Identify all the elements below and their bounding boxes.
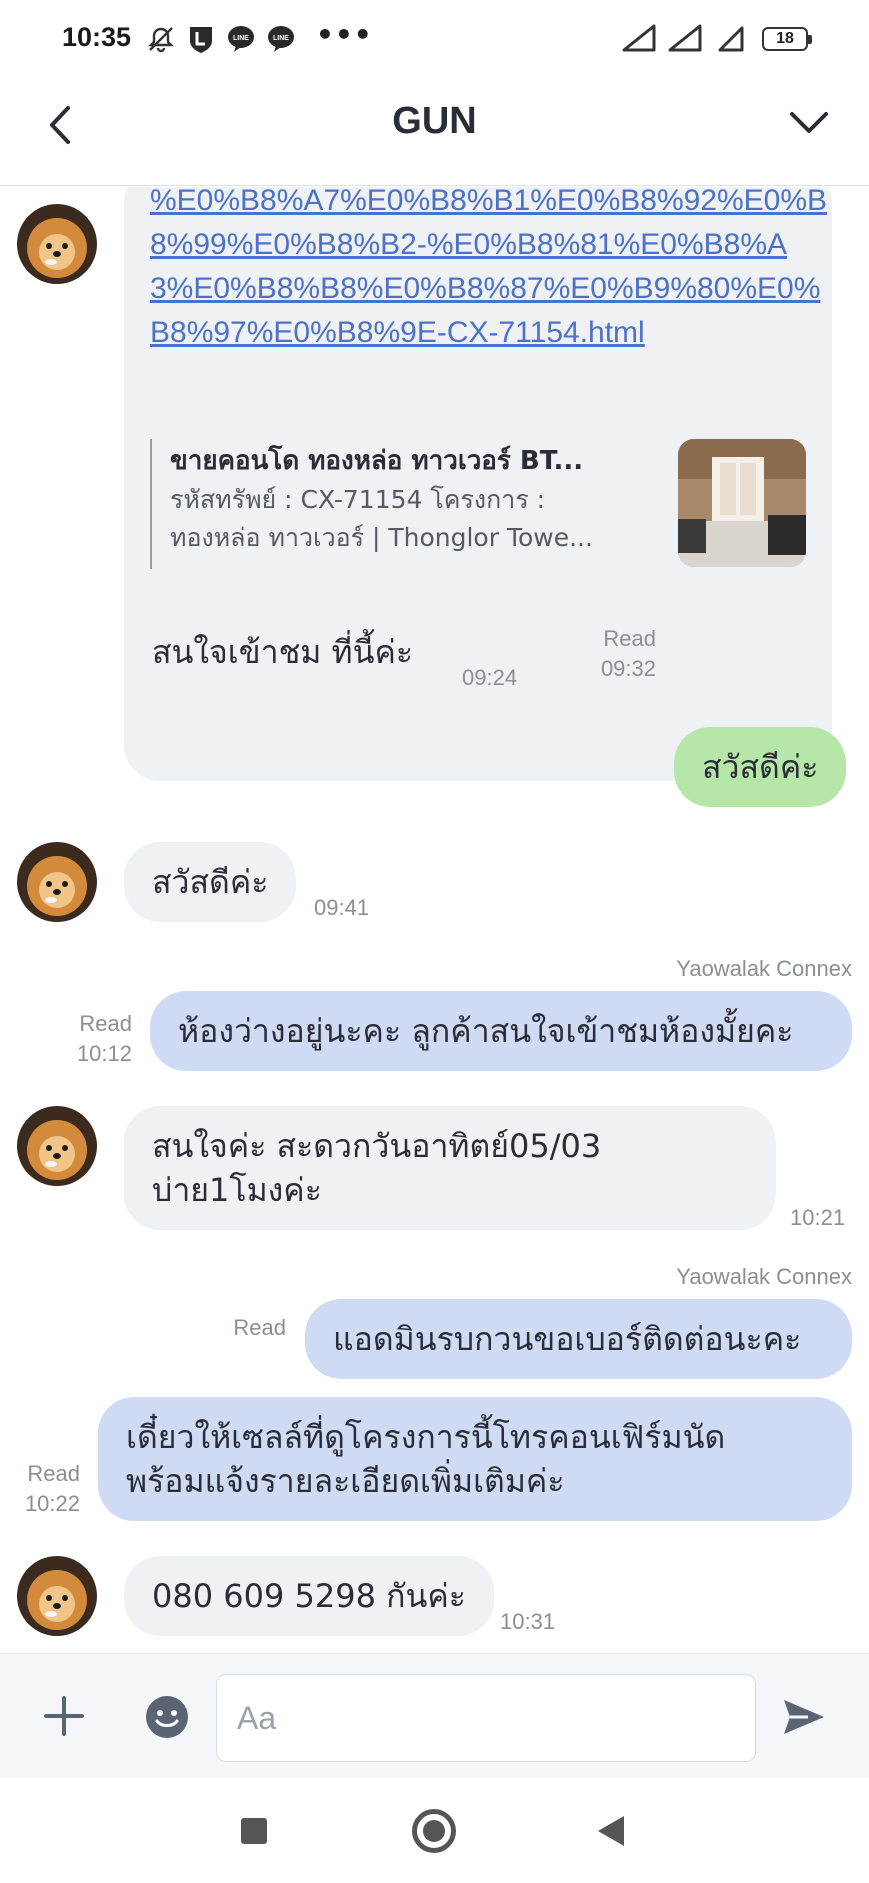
dog-avatar-icon [17,842,97,922]
contact-avatar[interactable] [17,1556,97,1636]
incoming-message[interactable]: สวัสดีค่ะ [124,842,297,922]
read-receipt: Read [27,1461,80,1486]
battery-indicator: 18 [762,27,812,51]
message-time: 10:31 [500,1609,556,1634]
dog-avatar-icon [17,1556,97,1636]
status-bar: 10:35 LINE LINE ••• 18 [0,0,869,80]
svg-text:LINE: LINE [233,35,249,42]
message-input[interactable]: Aa [216,1674,756,1762]
line-app-icon: LINE [228,26,254,52]
signal-icon [622,24,656,52]
link-preview[interactable]: ขายคอนโด ทองหล่อ ทาวเวอร์ BT... รหัสทรัพ… [150,439,650,569]
message-line: เดี๋ยวให้เซลล์ที่ดูโครงการนี้โทรคอนเฟิร์… [126,1418,726,1456]
chat-title: GUN [392,100,477,142]
contact-avatar[interactable] [17,842,97,922]
incoming-message[interactable]: 080 609 5298 กันค่ะ [124,1556,494,1636]
chat-header: GUN [0,80,869,186]
dog-avatar-icon [17,204,97,284]
more-notifications-icon: ••• [316,18,373,51]
status-time: 10:35 [62,22,132,52]
system-navigation-bar [0,1779,869,1883]
home-button[interactable] [412,1809,456,1853]
svg-text:LINE: LINE [273,35,289,42]
emoji-icon[interactable] [144,1694,190,1740]
read-receipt: Read [603,626,656,651]
preview-description: รหัสทรัพย์ : CX-71154 โครงการ : [170,485,546,514]
contact-avatar[interactable] [17,1106,97,1186]
outgoing-message[interactable]: สวัสดีค่ะ [674,727,847,807]
wifi-icon [718,26,744,52]
message-time: 09:24 [462,665,518,690]
read-receipt: Read [233,1315,286,1340]
message-time: 10:21 [790,1205,846,1230]
send-icon[interactable] [780,1694,828,1740]
recents-button[interactable] [241,1818,267,1844]
chat-area[interactable]: %E0%B8%A7%E0%B8%B1%E0%B8%92%E0%B8%99%E0%… [0,187,869,1653]
message-time: 09:41 [314,895,370,920]
incoming-message[interactable]: สนใจเข้าชม ที่นี้ค่ะ [124,612,442,692]
preview-description: ทองหล่อ ทาวเวอร์ | Thonglor Towe... [170,523,593,552]
message-time: 10:22 [24,1491,80,1516]
message-line: สนใจค่ะ สะดวกวันอาทิตย์05/03 [152,1127,602,1165]
nav-back-button[interactable] [598,1816,624,1846]
preview-title: ขายคอนโด ทองหล่อ ทาวเวอร์ BT... [170,446,584,476]
contact-avatar[interactable] [17,204,97,284]
message-time: 09:32 [600,656,656,681]
shield-l-icon [190,27,212,53]
mute-bell-icon [148,27,174,53]
preview-thumbnail[interactable] [678,439,806,567]
outgoing-message[interactable]: ห้องว่างอยู่นะคะ ลูกค้าสนใจเข้าชมห้องมั้… [150,991,852,1071]
room-photo-image [678,439,806,567]
read-receipt: Read [79,1011,132,1036]
sender-name: Yaowalak Connex [676,956,852,981]
link-url[interactable]: %E0%B8%A7%E0%B8%B1%E0%B8%92%E0%B8%99%E0%… [150,187,830,355]
incoming-message[interactable]: สนใจค่ะ สะดวกวันอาทิตย์05/03 บ่าย1โมงค่ะ [124,1106,776,1230]
message-line: บ่าย1โมงค่ะ [152,1171,322,1209]
outgoing-message[interactable]: เดี๋ยวให้เซลล์ที่ดูโครงการนี้โทรคอนเฟิร์… [98,1397,852,1521]
message-input-bar: Aa [0,1653,869,1778]
message-line: พร้อมแจ้งรายละเอียดเพิ่มเติมค่ะ [126,1462,565,1500]
dog-avatar-icon [17,1106,97,1186]
message-time: 10:12 [76,1041,132,1066]
signal-icon [668,24,702,52]
chevron-down-icon[interactable] [786,100,832,146]
outgoing-message[interactable]: แอดมินรบกวนขอเบอร์ติดต่อนะคะ [305,1299,852,1379]
line-app-icon: LINE [268,26,294,52]
plus-icon[interactable] [42,1694,86,1738]
sender-name: Yaowalak Connex [676,1264,852,1289]
